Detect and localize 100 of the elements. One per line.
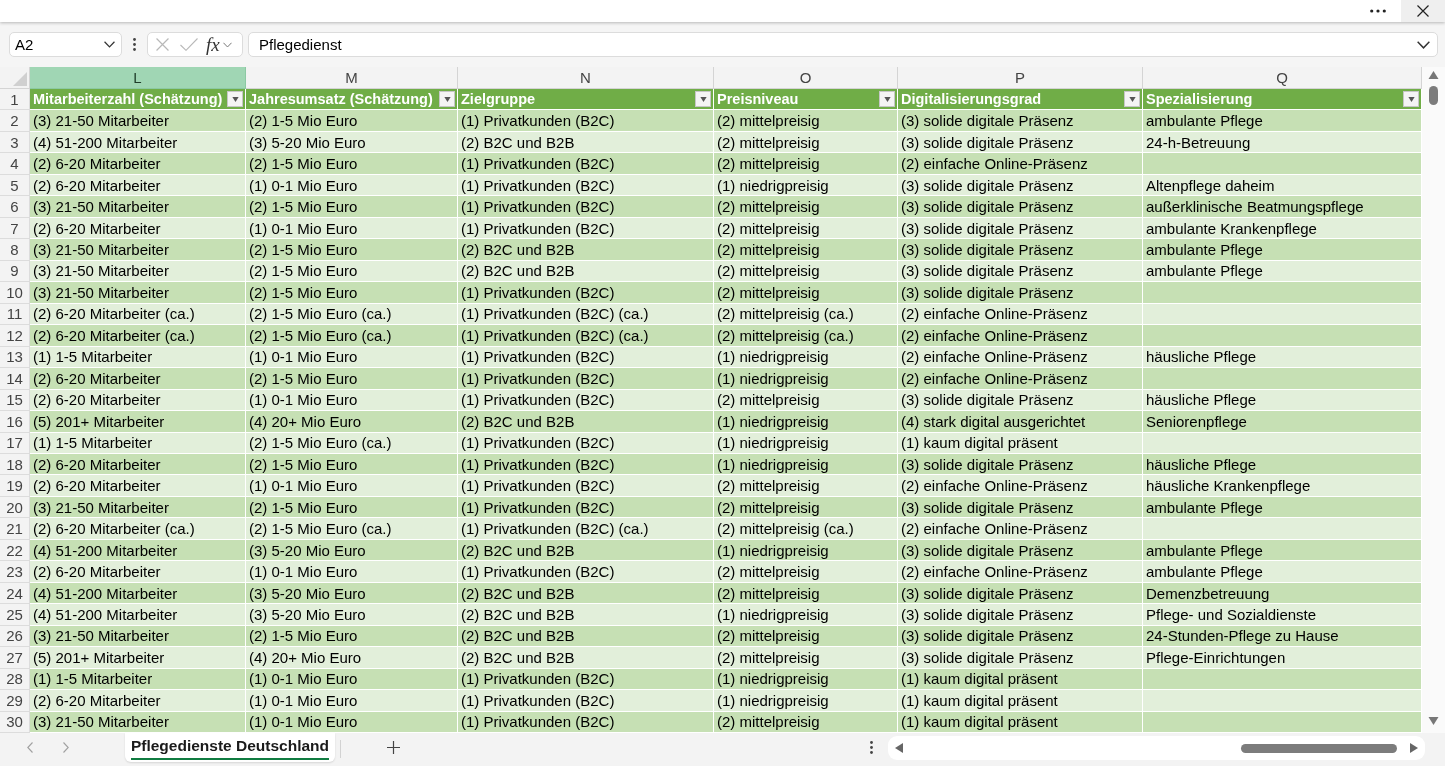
close-button[interactable] [1401,0,1445,22]
sheet-tab[interactable]: Pflegedienste Deutschland [125,733,335,762]
row-number[interactable]: 21 [0,518,30,540]
filter-button[interactable] [695,91,711,108]
table-cell: (1) kaum digital präsent [898,711,1143,734]
table-cell: häusliche Pflege [1143,389,1422,412]
scrollbar-thumb[interactable] [1429,86,1438,105]
row-number[interactable]: 18 [0,453,30,476]
row-number[interactable]: 24 [0,582,30,605]
table-cell: (1) Privatkunden (B2C) (ca.) [458,518,714,540]
column-letter[interactable]: L [30,67,246,89]
row-number[interactable]: 9 [0,260,30,283]
more-options-button[interactable] [133,38,136,51]
table-cell: (2) mittelpreisig [714,496,898,519]
row-number[interactable]: 30 [0,711,30,734]
row-number[interactable]: 16 [0,411,30,433]
table-cell: (1) kaum digital präsent [898,432,1143,454]
row-number[interactable]: 20 [0,496,30,519]
table-cell: (3) 5-20 Mio Euro [246,604,458,626]
column-letter[interactable]: Q [1143,67,1422,89]
table-cell: (3) 21-50 Mitarbeiter [30,625,246,648]
triangle-up-icon [1428,71,1439,79]
row-number[interactable]: 1 [0,89,30,111]
insert-function-button[interactable]: fx [206,35,220,54]
table-cell: (1) niedrigpreisig [714,411,898,433]
row-number[interactable]: 13 [0,346,30,369]
row-number[interactable]: 6 [0,196,30,218]
header-label: Preisniveau [717,92,799,107]
row-number[interactable]: 2 [0,110,30,132]
row-number[interactable]: 25 [0,604,30,626]
table-cell: (1) Privatkunden (B2C) [458,110,714,132]
table-cell: (2) 1-5 Mio Euro [246,260,458,283]
table-cell: (4) 20+ Mio Euro [246,411,458,433]
filter-button[interactable] [227,91,243,108]
table-cell: (1) niedrigpreisig [714,668,898,691]
row-number[interactable]: 17 [0,432,30,454]
table-cell: (1) niedrigpreisig [714,346,898,369]
column-letter[interactable]: N [458,67,714,89]
column-letter[interactable]: P [898,67,1143,89]
table-cell: häusliche Pflege [1143,453,1422,476]
table-cell: (4) 51-200 Mitarbeiter [30,131,246,154]
table-cell: ambulante Pflege [1143,110,1422,132]
formula-input[interactable]: Pflegedienst [248,32,1438,57]
table-cell: (3) solide digitale Präsenz [898,625,1143,648]
table-cell: (2) mittelpreisig [714,582,898,605]
row-number[interactable]: 22 [0,539,30,562]
table-cell: (4) 20+ Mio Euro [246,647,458,669]
row-number[interactable]: 27 [0,647,30,669]
table-cell: (2) 6-20 Mitarbeiter (ca.) [30,325,246,347]
row-number[interactable]: 19 [0,475,30,497]
header-label: Spezialisierung [1146,92,1253,107]
filter-button[interactable] [1403,91,1419,108]
name-box[interactable]: A2 [9,32,122,57]
table-cell: (1) niedrigpreisig [714,539,898,562]
column-letter[interactable]: M [246,67,458,89]
table-cell: Pflege- und Sozialdienste [1143,604,1422,626]
filter-button[interactable] [439,91,455,108]
table-cell: (1) 0-1 Mio Euro [246,217,458,240]
row-number[interactable]: 12 [0,325,30,347]
row-number[interactable]: 11 [0,303,30,326]
table-cell: (2) mittelpreisig [714,711,898,734]
row-number[interactable]: 10 [0,282,30,304]
table-cell: (2) mittelpreisig (ca.) [714,303,898,326]
filter-button[interactable] [1124,91,1140,108]
chevron-down-icon [104,41,115,48]
row-number[interactable]: 3 [0,131,30,154]
column-letter[interactable]: O [714,67,898,89]
scroll-down-button[interactable] [1427,716,1440,726]
table-cell: (2) 6-20 Mitarbeiter (ca.) [30,303,246,326]
row-number[interactable]: 14 [0,368,30,390]
table-cell: (2) mittelpreisig [714,647,898,669]
filter-button[interactable] [879,91,895,108]
row-number[interactable]: 4 [0,153,30,175]
table-cell: (1) kaum digital präsent [898,690,1143,712]
caret-down-icon [1407,96,1415,102]
row-number[interactable]: 15 [0,389,30,412]
row-number[interactable]: 5 [0,174,30,197]
table-cell: (2) mittelpreisig (ca.) [714,518,898,540]
table-cell: (3) solide digitale Präsenz [898,110,1143,132]
scroll-up-button[interactable] [1427,70,1440,80]
table-cell: (2) einfache Online-Präsenz [898,475,1143,497]
table-cell: (3) solide digitale Präsenz [898,389,1143,412]
header-label: Jahresumsatz (Schätzung) [249,92,433,107]
table-cell: (2) 6-20 Mitarbeiter [30,389,246,412]
row-number[interactable]: 8 [0,239,30,261]
table-cell: ambulante Pflege [1143,496,1422,519]
scrollbar-thumb[interactable] [1241,743,1397,753]
row-number[interactable]: 26 [0,625,30,648]
table-cell: (1) 1-5 Mitarbeiter [30,346,246,369]
scroll-left-button[interactable] [894,742,904,754]
row-number[interactable]: 23 [0,561,30,583]
table-cell: (1) 1-5 Mitarbeiter [30,668,246,691]
table-cell: (1) niedrigpreisig [714,604,898,626]
table-cell: (2) 1-5 Mio Euro [246,496,458,519]
scroll-right-button[interactable] [1409,742,1419,754]
row-number[interactable]: 28 [0,668,30,691]
row-number[interactable]: 7 [0,217,30,240]
table-cell: (1) Privatkunden (B2C) (ca.) [458,303,714,326]
row-number[interactable]: 29 [0,690,30,712]
table-cell: (2) einfache Online-Präsenz [898,346,1143,369]
